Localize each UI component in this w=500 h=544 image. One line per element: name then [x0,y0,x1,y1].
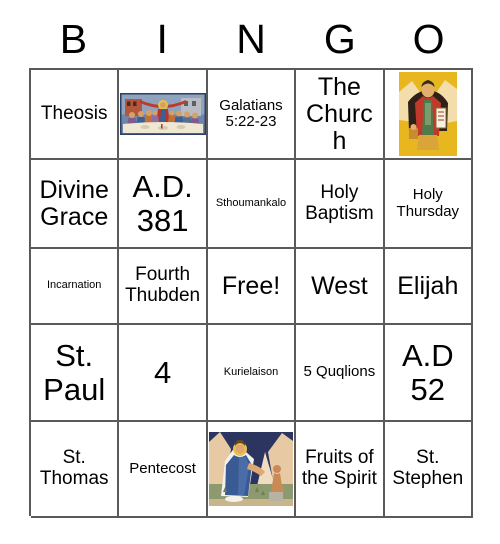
bingo-header-letter-i: I [156,15,168,62]
bingo-cell-label: Fruits of the Spirit [301,447,377,489]
bingo-cell-r3-c2[interactable]: Fourth Thubden [119,249,208,325]
bingo-grid: Theosis Galatians 5:22-23 The Church Divine… [29,68,473,518]
bingo-cell-r3-c5[interactable]: Elijah [384,249,473,325]
bingo-cell-label: Kurielaison [223,365,279,378]
bingo-cell-r4-c1[interactable]: St. Paul [31,325,120,422]
bingo-cell-label: Free! [221,271,281,300]
bingo-cell-label: Theosis [40,102,108,124]
bingo-cell-label: St. Thomas [39,447,109,489]
bingo-card: B I N G O Theosis Galatians 5:22-23 The Church… [0,0,500,544]
bingo-cell-label: Pentecost [129,459,196,477]
bingo-cell-label: 5 Quqlions [303,363,376,381]
bingo-cell-r1-c4[interactable]: The Church [296,70,385,160]
bingo-cell-label: Incarnation [46,279,102,292]
bingo-cell-label: West [311,271,368,300]
bingo-cell-r2-c3[interactable]: Sthoumankalo [207,160,297,249]
bingo-cell-r5-c5[interactable]: St. Stephen [384,422,473,518]
bingo-cell-label: Divine Grace [39,175,109,231]
bingo-cell-r5-c4[interactable]: Fruits of the Spirit [296,422,385,518]
bingo-cell-label: Holy Baptism [305,181,374,224]
bingo-cell-label: Sthoumankalo [215,196,287,209]
bingo-cell-label: Fourth Thubden [125,264,201,306]
bingo-cell-label: A.D 52 [401,338,454,407]
bingo-cell-r5-c2[interactable]: Pentecost [119,422,208,518]
bingo-cell-r4-c4[interactable]: 5 Quqlions [296,325,385,422]
bingo-cell-label: Galatians 5:22-23 [219,96,283,130]
bingo-cell-r3-c4[interactable]: West [296,249,385,325]
bingo-cell-image-r1-c2[interactable] [119,70,208,160]
bingo-cell-r3-c3[interactable]: Free! [207,249,297,325]
bingo-cell-label: 4 [153,354,172,390]
bingo-header-letter-g: G [323,15,356,62]
bingo-header-letter-n: N [236,15,266,62]
bingo-cell-r2-c5[interactable]: Holy Thursday [384,160,473,249]
bingo-cell-r4-c2[interactable]: 4 [119,325,208,422]
bingo-cell-label: Holy Thursday [396,186,460,220]
bingo-cell-label: A.D. 381 [132,169,193,238]
bingo-cell-label: St. Paul [43,338,106,407]
theophany-icon [209,432,293,506]
elijah-prophet-icon [398,72,457,156]
bingo-cell-image-r5-c3[interactable] [207,422,297,518]
bingo-cell-r2-c4[interactable]: Holy Baptism [296,160,385,249]
bingo-header-row: BINGO [29,14,473,64]
bingo-cell-r3-c1[interactable]: Incarnation [31,249,120,325]
bingo-cell-r2-c2[interactable]: A.D. 381 [119,160,208,249]
bingo-cell-label: Elijah [397,271,459,300]
bingo-cell-r4-c3[interactable]: Kurielaison [207,325,297,422]
bingo-cell-r1-c1[interactable]: Theosis [31,70,120,160]
last-supper-icon [119,93,206,135]
bingo-cell-r1-c3[interactable]: Galatians 5:22-23 [207,70,297,160]
bingo-cell-r2-c1[interactable]: Divine Grace [31,160,120,249]
bingo-cell-label: The Church [306,72,373,155]
bingo-header-letter-o: O [412,15,445,62]
bingo-cell-image-r1-c5[interactable] [384,70,473,160]
bingo-header-letter-b: B [59,15,88,62]
bingo-cell-r5-c1[interactable]: St. Thomas [31,422,120,518]
bingo-cell-r4-c5[interactable]: A.D 52 [384,325,473,422]
bingo-cell-label: St. Stephen [392,447,464,489]
